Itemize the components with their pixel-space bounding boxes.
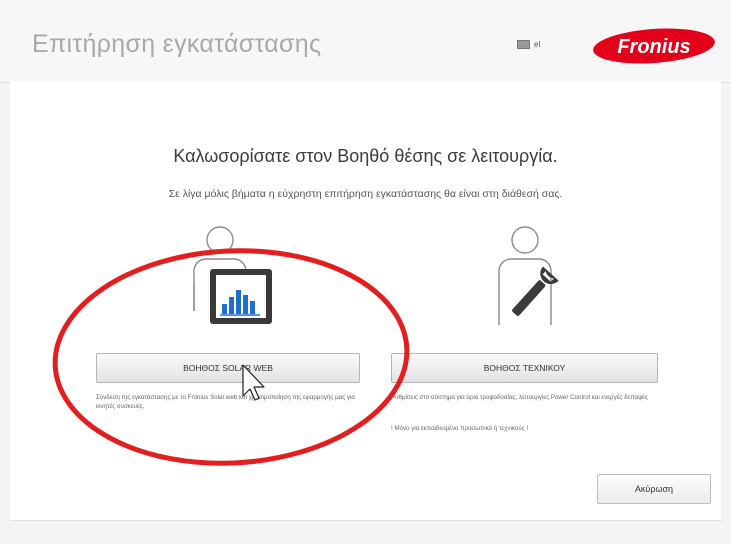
person-with-chart-icon[interactable] — [186, 225, 278, 337]
technician-description: Ρυθμίσεις στο σύστημα για άριο τροφοδοσί… — [391, 394, 648, 401]
footer-divider — [10, 520, 721, 521]
flag-icon — [517, 39, 530, 49]
solar-web-description: Σύνδεση της εγκατάστασης με το Fronius S… — [96, 394, 355, 410]
page-title: Επιτήρηση εγκατάστασης — [32, 30, 322, 58]
technician-wizard-button[interactable]: ΒΟΗΘΟΣ ΤΕΧΝΙΚΟΥ — [391, 353, 658, 383]
technician-warning: ! Μόνο για εκπαιδευμένο προσωπικό ή τεχν… — [391, 425, 529, 432]
main-panel: Καλωσορίσατε στον Βοηθό θέσης σε λειτουρ… — [10, 82, 721, 520]
cancel-button[interactable]: Ακύρωση — [597, 474, 711, 504]
logo-text: Fronius — [617, 36, 690, 58]
welcome-heading: Καλωσορίσατε στον Βοηθό θέσης σε λειτουρ… — [173, 146, 558, 166]
welcome-subtitle: Σε λίγα μόλις βήματα η εύχρηστη επιτήρησ… — [168, 188, 563, 200]
header-bar: Επιτήρηση εγκατάστασης el Fronius — [0, 0, 731, 83]
person-with-wrench-icon[interactable] — [485, 225, 577, 337]
solar-web-wizard-button[interactable]: ΒΟΗΘΟΣ SOLAR WEB — [96, 353, 360, 383]
language-switcher[interactable]: el — [517, 36, 540, 52]
fronius-logo: Fronius — [593, 28, 715, 64]
language-code: el — [534, 39, 541, 49]
